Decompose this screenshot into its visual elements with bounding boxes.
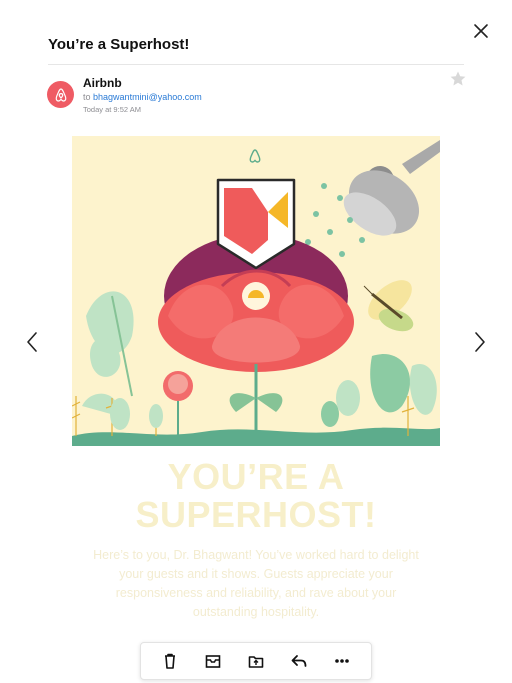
- airbnb-logo-icon: [55, 87, 66, 102]
- recipient-line: to bhagwantmini@yahoo.com: [83, 92, 202, 102]
- timestamp: Today at 9:52 AM: [83, 105, 141, 114]
- chevron-right-icon[interactable]: [472, 330, 488, 354]
- reply-button[interactable]: [288, 650, 310, 672]
- move-folder-button[interactable]: [245, 650, 267, 672]
- recipient-address[interactable]: bhagwantmini@yahoo.com: [93, 92, 202, 102]
- to-label: to: [83, 92, 91, 102]
- close-icon[interactable]: [470, 20, 492, 42]
- trash-icon: [165, 653, 176, 669]
- more-button[interactable]: [331, 650, 353, 672]
- sender-name[interactable]: Airbnb: [83, 76, 122, 90]
- chevron-left-icon[interactable]: [24, 330, 40, 354]
- reply-icon: [291, 655, 307, 667]
- email-subject: You’re a Superhost!: [48, 36, 190, 53]
- headline-line-1: YOU’RE A: [167, 456, 345, 497]
- superhost-illustration: [72, 136, 440, 446]
- mailbox-icon: [205, 655, 221, 668]
- email-body: YOU’RE A SUPERHOST! Here’s to you, Dr. B…: [72, 136, 440, 658]
- headline-line-2: SUPERHOST!: [135, 494, 377, 535]
- more-icon: [334, 659, 349, 663]
- congrats-message: Here’s to you, Dr. Bhagwant! You’ve work…: [93, 548, 419, 619]
- move-to-inbox-button[interactable]: [202, 650, 224, 672]
- delete-button[interactable]: [159, 650, 181, 672]
- star-icon[interactable]: [449, 70, 467, 88]
- headline: YOU’RE A SUPERHOST!: [72, 458, 440, 534]
- action-toolbar: [140, 642, 372, 680]
- sender-avatar[interactable]: [47, 81, 74, 108]
- move-folder-icon: [248, 656, 264, 668]
- divider: [48, 64, 464, 65]
